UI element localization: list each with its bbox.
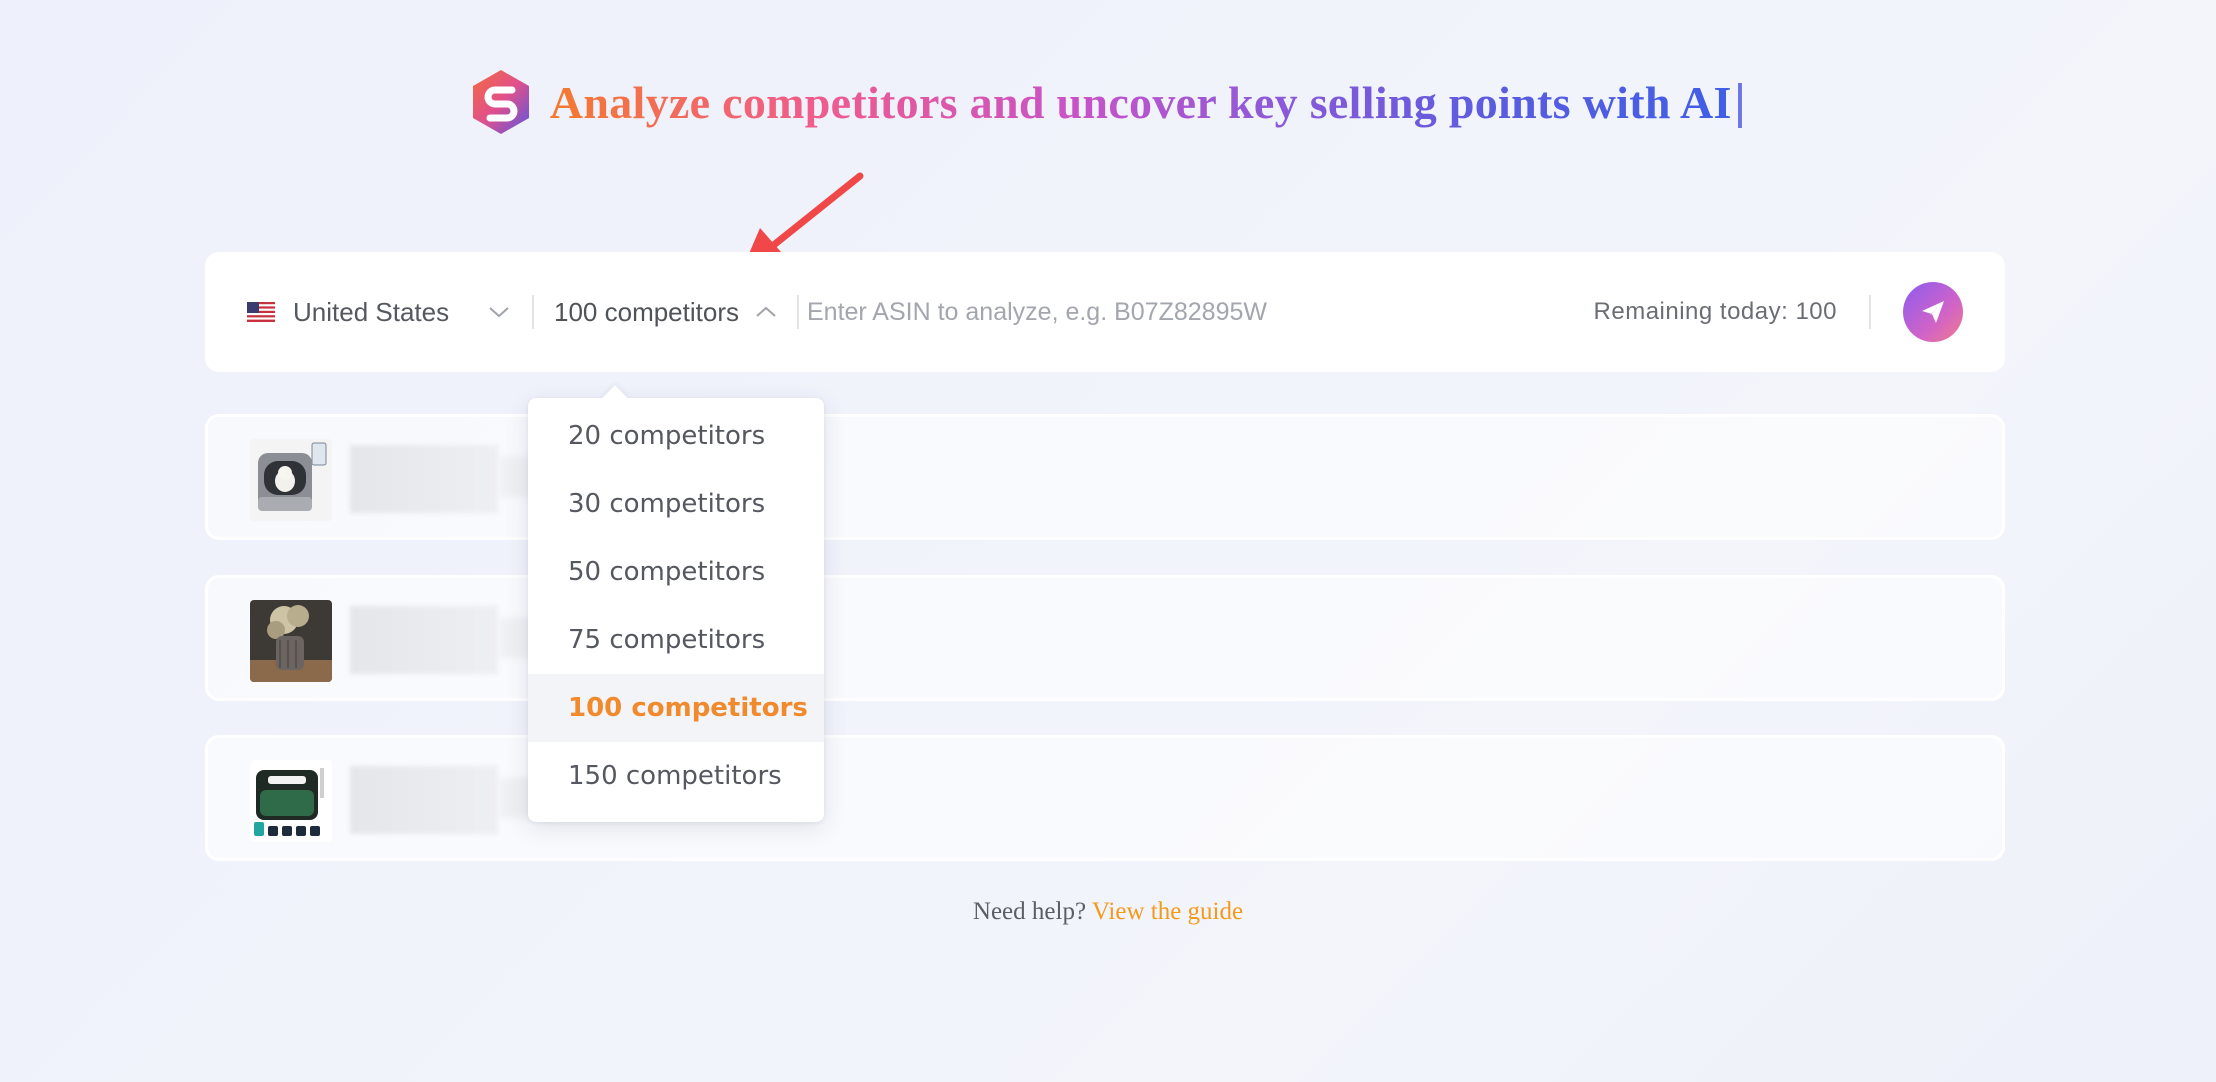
competitors-option-100[interactable]: 100 competitors <box>528 674 824 742</box>
competitors-select[interactable]: 100 competitors <box>534 297 797 328</box>
blurred-title <box>350 606 498 674</box>
typing-cursor: | <box>1733 75 1747 129</box>
page-header: Analyze competitors and uncover key sell… <box>0 64 2216 140</box>
competitors-option-75[interactable]: 75 competitors <box>528 606 824 674</box>
blurred-title <box>350 766 498 834</box>
cat-litter-box-image <box>250 439 332 521</box>
page-headline: Analyze competitors and uncover key sell… <box>549 76 1732 128</box>
chevron-up-icon <box>756 306 776 317</box>
cooler-bag-set-image <box>250 760 332 842</box>
asin-input[interactable] <box>798 297 1594 327</box>
help-text: Need help? View the guide <box>0 898 2216 926</box>
competitors-dropdown: 20 competitors 30 competitors 50 competi… <box>528 398 824 822</box>
send-button[interactable] <box>1903 282 1963 342</box>
competitors-option-20[interactable]: 20 competitors <box>528 402 824 470</box>
competitors-option-30[interactable]: 30 competitors <box>528 470 824 538</box>
country-select[interactable]: United States <box>247 297 532 328</box>
competitors-option-150[interactable]: 150 competitors <box>528 742 824 810</box>
search-bar: United States 100 competitors Remaining … <box>205 252 2005 372</box>
us-flag-icon <box>247 302 275 322</box>
product-card[interactable] <box>205 735 2005 861</box>
chevron-down-icon <box>489 307 509 318</box>
product-card[interactable] <box>205 575 2005 701</box>
remaining-today: Remaining today: 100 <box>1593 298 1837 325</box>
country-label: United States <box>293 296 450 327</box>
competitors-selected-label: 100 competitors <box>554 296 739 327</box>
blurred-title <box>350 445 498 513</box>
view-guide-link[interactable]: View the guide <box>1092 898 1243 925</box>
s-hexagon-logo-icon <box>472 70 529 134</box>
competitors-option-50[interactable]: 50 competitors <box>528 538 824 606</box>
product-card[interactable] <box>205 414 2005 540</box>
paper-plane-icon <box>1922 301 1944 323</box>
divider <box>1869 295 1871 329</box>
help-prefix: Need help? <box>972 898 1087 925</box>
dried-flower-vase-image <box>250 600 332 682</box>
